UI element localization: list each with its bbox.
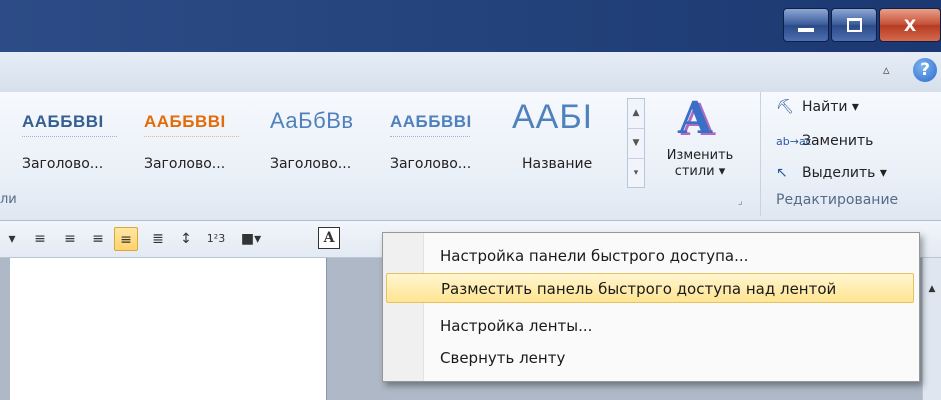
restore-icon (846, 18, 862, 32)
replace-icon: ab→ac (776, 134, 812, 148)
ribbon-tab-strip: ▵ ? (0, 52, 941, 93)
justify-distributed-icon[interactable]: ≣ (146, 227, 170, 251)
styles-gallery: ААББВВІ Заголово... ААББВВІ Заголово... … (0, 98, 627, 178)
menu-item-customize-ribbon[interactable]: Настройка ленты... (386, 311, 914, 341)
style-label: Заголово... (144, 156, 226, 172)
style-label: Название (522, 156, 593, 172)
change-styles-label-line2: стили ▾ (674, 164, 726, 179)
binoculars-icon: ⛏ (776, 99, 794, 115)
minimize-ribbon-chevron-icon[interactable]: ▵ (883, 64, 897, 78)
find-label: Найти ▾ (802, 99, 859, 115)
word-window: X ▵ ? ААББВВІ Заголово... ААББВВІ Заголо… (0, 0, 941, 400)
help-icon[interactable]: ? (913, 58, 937, 82)
style-sample: АаБбВв (270, 108, 354, 133)
change-styles-icon: A (678, 93, 713, 144)
menu-item-customize-qat[interactable]: Настройка панели быстрого доступа... (386, 241, 914, 271)
styles-group-label: ли (0, 192, 17, 207)
align-left-icon[interactable]: ≡ (28, 227, 52, 251)
find-button[interactable]: ⛏ Найти ▾ (776, 96, 859, 118)
gallery-up-icon[interactable]: ▲ (628, 99, 644, 129)
replace-button[interactable]: ab→ac Заменить (776, 130, 873, 152)
minimize-button[interactable] (783, 8, 829, 42)
style-sample: ААББВВІ (144, 112, 226, 131)
menu-item-minimize-ribbon[interactable]: Свернуть ленту (386, 343, 914, 373)
align-right-icon[interactable]: ≡ (86, 227, 110, 251)
maximize-button[interactable] (831, 8, 877, 42)
select-button[interactable]: ↖ Выделить ▾ (776, 162, 887, 184)
editing-group-label: Редактирование (776, 192, 899, 208)
dialog-launcher-icon[interactable]: ⌟ (738, 196, 743, 207)
cursor-arrow-icon: ↖ (776, 165, 788, 181)
style-title[interactable]: ААБІ Название (490, 98, 627, 178)
style-sample: ААББВВІ (22, 112, 104, 131)
window-controls: X (781, 8, 941, 42)
editing-group: ⛏ Найти ▾ ab→ac Заменить ↖ Выделить ▾ Ре… (768, 92, 941, 220)
change-styles-label-line1: Изменить (666, 148, 734, 163)
style-underline (390, 136, 470, 138)
close-icon: X (903, 15, 917, 35)
style-label: Заголово... (390, 156, 472, 172)
vertical-scrollbar[interactable]: ▲ (922, 258, 941, 400)
style-heading3[interactable]: АаБбВв Заголово... (248, 98, 366, 178)
shading-icon[interactable]: ■▾ (236, 227, 266, 251)
change-styles-button[interactable]: A Изменить стили ▾ (650, 92, 740, 202)
group-divider (760, 92, 761, 216)
close-button[interactable]: X (879, 8, 941, 42)
dropdown-arrow-icon[interactable]: ▾ (6, 227, 18, 251)
style-underline (22, 136, 117, 138)
style-sample: ААББВВІ (390, 112, 472, 131)
gallery-more-icon[interactable]: ▾ (628, 159, 644, 188)
document-page[interactable] (10, 258, 327, 400)
scroll-up-icon[interactable]: ▲ (923, 280, 941, 298)
select-label: Выделить ▾ (802, 165, 887, 181)
menu-item-move-qat-above[interactable]: Разместить панель быстрого доступа над л… (386, 273, 914, 303)
line-spacing-icon[interactable]: ↕ (174, 227, 198, 251)
align-center-icon[interactable]: ≡ (58, 227, 82, 251)
style-label: Заголово... (270, 156, 352, 172)
style-label: Заголово... (22, 156, 104, 172)
gallery-scroll: ▲ ▼ ▾ (627, 98, 645, 188)
font-color-icon[interactable]: A (318, 227, 340, 249)
replace-label: Заменить (802, 133, 874, 149)
justify-icon[interactable]: ≡ (114, 227, 138, 251)
style-heading4[interactable]: ААББВВІ Заголово... (368, 98, 486, 178)
minimize-icon (798, 28, 814, 32)
numbering-icon[interactable]: 1²3 (204, 227, 228, 251)
gallery-down-icon[interactable]: ▼ (628, 129, 644, 159)
ribbon-home: ААББВВІ Заголово... ААББВВІ Заголово... … (0, 92, 941, 221)
style-underline (144, 136, 239, 138)
title-bar: X (0, 0, 941, 52)
style-sample: ААБІ (512, 98, 594, 136)
change-styles-label: Изменить стили ▾ (660, 148, 740, 180)
style-heading2[interactable]: ААББВВІ Заголово... (122, 98, 240, 178)
style-heading1[interactable]: ААББВВІ Заголово... (0, 98, 118, 178)
ribbon-context-menu: Настройка панели быстрого доступа... Раз… (382, 232, 920, 382)
